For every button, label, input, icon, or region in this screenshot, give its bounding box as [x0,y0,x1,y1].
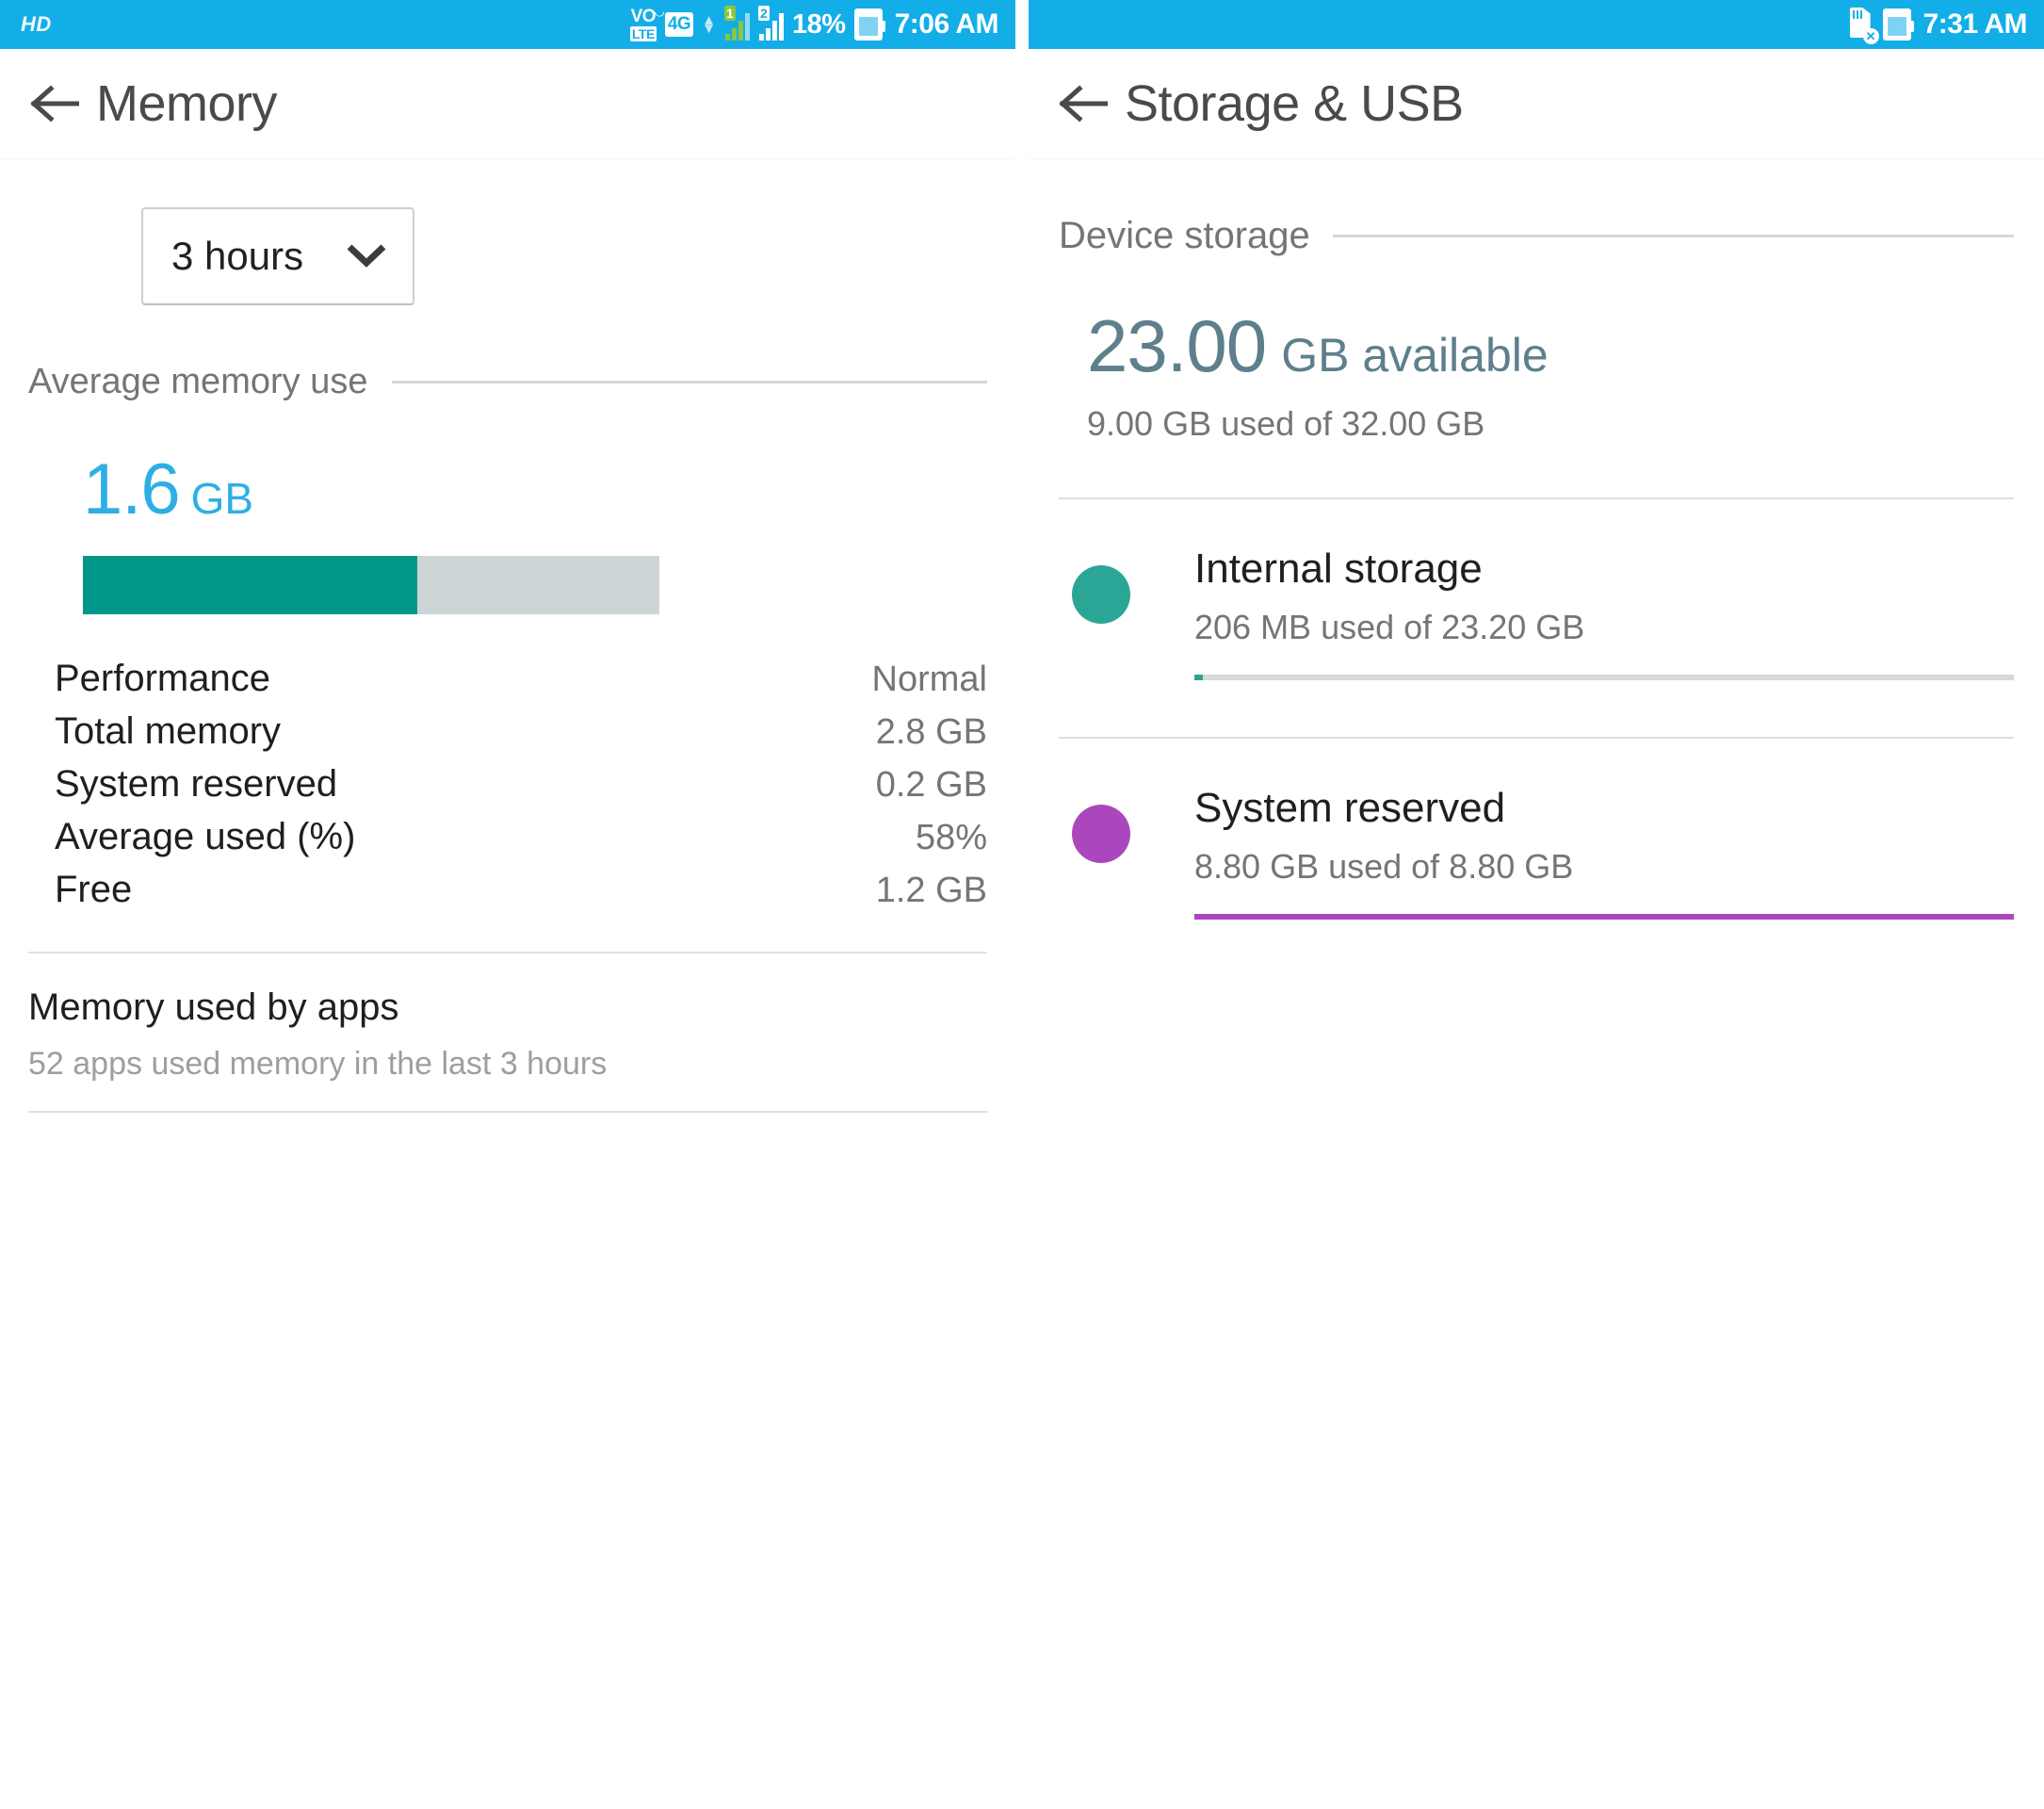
status-bar-right: ✕ 7:31 AM [1029,0,2044,49]
time-range-spinner[interactable]: 3 hours [141,207,414,305]
stat-value: 58% [915,818,987,857]
4g-icon: 4G [664,12,694,37]
used-of-total-label: 9.00 GB used of 32.00 GB [1087,404,1485,443]
memory-screen: HD ◡ VO LTE 4G ▲ ▼ 1 2 18% 7:06 AM Memor… [0,0,1015,1809]
available-storage-value: 23.00 GB available [1087,309,2044,383]
internal-storage-title: Internal storage [1194,546,1483,592]
dual-screenshot-container: HD ◡ VO LTE 4G ▲ ▼ 1 2 18% 7:06 AM Memor… [0,0,2044,1809]
page-title: Storage & USB [1125,75,1464,132]
status-bar-icons-right: ✕ 7:31 AM [1849,8,2028,44]
average-memory-header-label: Average memory use [28,362,368,401]
internal-storage-progress-fill [1194,674,1203,680]
battery-icon [853,8,885,41]
available-storage-unit: GB available [1281,329,1549,382]
stat-label: Total memory [55,710,282,752]
page-title: Memory [96,75,278,132]
status-bar-left: HD ◡ VO LTE 4G ▲ ▼ 1 2 18% 7:06 AM [0,0,1015,49]
table-row: System reserved 0.2 GB [55,765,987,818]
device-storage-header-label: Device storage [1059,215,1310,256]
average-memory-unit: GB [190,474,254,523]
volte-icon: ◡ VO LTE [629,4,665,41]
memory-used-by-apps-item[interactable]: Memory used by apps 52 apps used memory … [0,953,1015,1083]
average-memory-value: 1.6 GB [83,454,1015,526]
battery-percent-label: 18% [792,8,846,40]
system-reserved-body: System reserved 8.80 GB used of 8.80 GB [1194,784,2014,920]
system-reserved-progress [1194,913,2014,920]
stat-label: Free [55,869,133,910]
device-storage-section-header: Device storage [1029,217,2044,254]
internal-storage-color-dot [1072,565,1130,624]
storage-app-bar: Storage & USB [1029,49,2044,158]
internal-storage-progress [1194,674,2014,680]
system-reserved-progress-fill [1194,913,2014,920]
status-bar-clock-left: 7:06 AM [894,8,999,40]
back-arrow-icon[interactable] [28,77,81,130]
sim1-signal-icon: 1 [724,6,751,41]
data-down-arrow-icon: ▼ [702,21,717,37]
hd-label: HD [21,12,52,36]
list-item[interactable]: System reserved 8.80 GB used of 8.80 GB [1029,739,2044,920]
table-row: Total memory 2.8 GB [55,712,987,765]
system-reserved-detail: 8.80 GB used of 8.80 GB [1194,847,1574,887]
stat-value: 2.8 GB [875,712,987,752]
sd-card-removed-x-icon: ✕ [1862,28,1879,44]
stat-label: System reserved [55,763,338,805]
available-storage-number: 23.00 [1087,304,1267,387]
section-header-rule [392,380,987,383]
stat-value: 1.2 GB [875,871,987,910]
back-arrow-icon[interactable] [1057,77,1110,130]
sd-card-removed-icon: ✕ [1849,8,1879,44]
status-bar-icons-left: ◡ VO LTE 4G ▲ ▼ 1 2 18% 7:06 AM [629,4,999,41]
chevron-down-icon [345,240,388,273]
section-header-rule [1332,234,2014,237]
section-divider-bottom [28,1111,987,1114]
list-item[interactable]: Internal storage 206 MB used of 23.20 GB [1029,499,2044,680]
table-row: Average used (%) 58% [55,818,987,871]
system-reserved-color-dot [1072,804,1130,863]
stat-value: Normal [871,660,987,699]
data-arrows-icon: ▲ ▼ [702,12,717,37]
stat-label: Performance [55,658,270,699]
table-row: Performance Normal [55,660,987,712]
status-bar-clock-right: 7:31 AM [1922,8,2028,40]
table-row: Free 1.2 GB [55,871,987,923]
time-range-value: 3 hours [171,234,304,278]
internal-storage-body: Internal storage 206 MB used of 23.20 GB [1194,546,2014,680]
memory-usage-bar [83,556,659,614]
system-reserved-title: System reserved [1194,784,1506,831]
memory-used-by-apps-title: Memory used by apps [28,986,399,1028]
sim2-signal-icon: 2 [758,6,785,41]
memory-stats-list: Performance Normal Total memory 2.8 GB S… [55,660,987,923]
sd-card-pins [1852,10,1862,19]
volte-wave-icon: ◡ [654,4,665,18]
battery-icon [1882,8,1914,41]
memory-app-bar: Memory [0,49,1015,158]
average-memory-number: 1.6 [83,449,181,530]
stat-label: Average used (%) [55,816,356,857]
storage-usb-screen: ✕ 7:31 AM Storage & USB Device storage 2… [1029,0,2044,1809]
time-range-spinner-wrap: 3 hours [0,158,1015,305]
internal-storage-detail: 206 MB used of 23.20 GB [1194,608,1585,647]
average-memory-section-header: Average memory use [0,364,1015,399]
stat-value: 0.2 GB [875,765,987,805]
panel-gap [1015,0,1029,1809]
memory-usage-bar-fill [83,556,417,614]
memory-used-by-apps-subtitle: 52 apps used memory in the last 3 hours [28,1046,608,1082]
